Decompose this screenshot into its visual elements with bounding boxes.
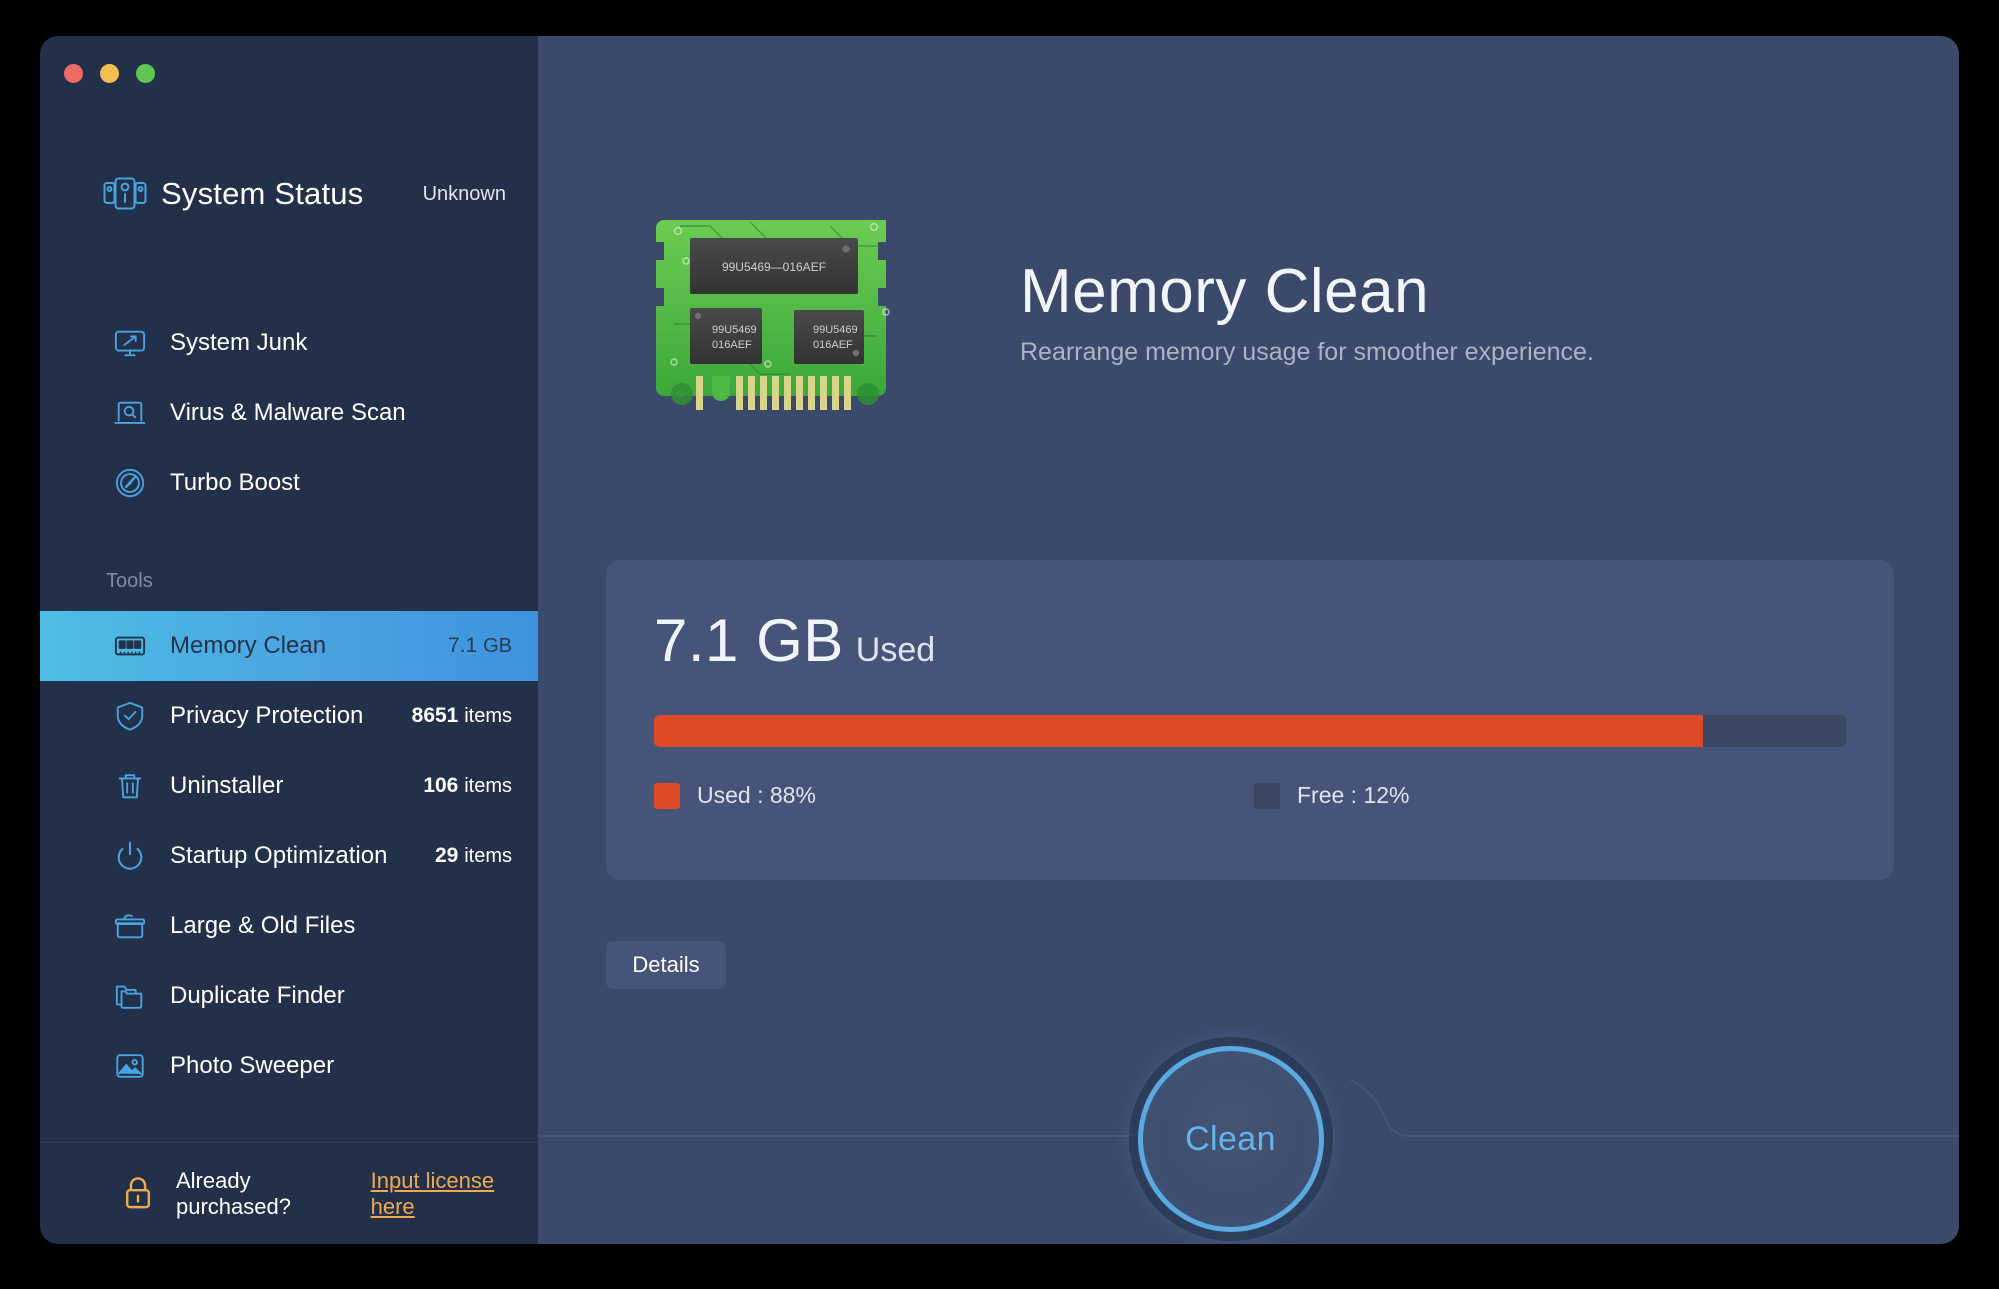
memory-usage-legend: Used : 88% Free : 12%: [654, 782, 1846, 809]
sidebar-item-label: Memory Clean: [170, 632, 327, 659]
sidebar-item-count: 8651 items: [411, 704, 512, 727]
memory-usage-bar: [654, 715, 1846, 747]
sidebar-item-label: Uninstaller: [170, 772, 284, 799]
sidebar-item-label: Duplicate Finder: [170, 982, 345, 1009]
hero-subtitle: Rearrange memory usage for smoother expe…: [1020, 338, 1594, 367]
folder-copy-icon: [113, 979, 147, 1013]
legend-swatch-free: [1254, 782, 1280, 809]
shield-check-icon: [113, 699, 147, 733]
page-title: System Status: [161, 176, 364, 211]
sidebar-item-startup-optimization[interactable]: Startup Optimization 29 items: [40, 821, 538, 891]
sidebar-item-label: Turbo Boost: [170, 469, 300, 496]
ram-chip-label-right-1: 99U5469: [813, 324, 858, 336]
license-bar: Already purchased? Input license here: [40, 1142, 538, 1244]
hero-text: Memory Clean Rearrange memory usage for …: [1020, 259, 1594, 367]
sidebar-item-label: Privacy Protection: [170, 702, 364, 729]
sidebar-item-label: System Junk: [170, 329, 308, 356]
sidebar-item-label: Large & Old Files: [170, 912, 356, 939]
hero-section: 99U5469—016AEF 99U5469 016AEF 99U5469 01…: [650, 204, 1594, 422]
power-icon: [113, 839, 147, 873]
memory-usage-card: 7.1 GB Used Used : 88% Free : 12%: [606, 560, 1894, 880]
archive-box-icon: [113, 909, 147, 943]
window-controls: [64, 64, 155, 83]
sidebar-item-uninstaller[interactable]: Uninstaller 106 items: [40, 751, 538, 821]
clean-button-label: Clean: [1185, 1119, 1276, 1158]
ram-module-illustration: 99U5469—016AEF 99U5469 016AEF 99U5469 01…: [650, 204, 900, 422]
legend-item-used: Used : 88%: [654, 782, 1254, 809]
legend-label-used: Used : 88%: [697, 782, 816, 808]
details-button[interactable]: Details: [606, 941, 726, 989]
sidebar-item-photo-sweeper[interactable]: Photo Sweeper: [40, 1031, 538, 1101]
lock-icon: [122, 1175, 156, 1213]
close-button[interactable]: [64, 64, 83, 83]
speedometer-icon: [113, 466, 147, 500]
sidebar-item-label: Startup Optimization: [170, 842, 388, 869]
ram-chip-label-right-2: 016AEF: [813, 339, 853, 351]
clean-button[interactable]: Clean: [1137, 1046, 1324, 1232]
sidebar-item-system-junk[interactable]: System Junk: [40, 308, 538, 378]
legend-item-free: Free : 12%: [1254, 782, 1410, 809]
sidebar-item-label: Photo Sweeper: [170, 1052, 335, 1079]
hero-title: Memory Clean: [1020, 256, 1430, 326]
memory-usage-amount: 7.1 GB Used: [654, 606, 935, 675]
sidebar: System Status Unknown System Junk Virus …: [40, 36, 538, 1244]
ram-chip-label-left-2: 016AEF: [712, 339, 752, 351]
sidebar-item-count: 106 items: [423, 774, 512, 797]
main-content: 99U5469—016AEF 99U5469 016AEF 99U5469 01…: [538, 36, 1959, 1244]
memory-used-label: Used: [855, 631, 936, 669]
sidebar-nav-primary: System Junk Virus & Malware Scan Turbo B…: [40, 308, 538, 518]
sidebar-item-label: Virus & Malware Scan: [170, 399, 406, 426]
sidebar-item-duplicate-finder[interactable]: Duplicate Finder: [40, 961, 538, 1031]
monitor-arrow-icon: [113, 326, 147, 360]
system-status-header[interactable]: System Status Unknown: [103, 176, 512, 212]
laptop-search-icon: [113, 396, 147, 430]
desktop-background: System Status Unknown System Junk Virus …: [0, 0, 1999, 1289]
sidebar-item-virus-malware-scan[interactable]: Virus & Malware Scan: [40, 378, 538, 448]
zoom-button[interactable]: [136, 64, 155, 83]
photo-icon: [113, 1049, 147, 1083]
ram-stick-icon: [113, 629, 147, 663]
memory-used-value: 7.1 GB: [654, 607, 844, 674]
legend-swatch-used: [654, 782, 680, 809]
sidebar-item-count: 29 items: [435, 844, 512, 867]
status-badge: Unknown: [422, 182, 506, 205]
license-prompt: Already purchased?: [176, 1167, 291, 1219]
sidebar-item-count: 7.1 GB: [448, 634, 512, 657]
minimize-button[interactable]: [100, 64, 119, 83]
ram-chip-label-left-1: 99U5469: [712, 324, 757, 336]
sidebar-item-turbo-boost[interactable]: Turbo Boost: [40, 448, 538, 518]
sidebar-nav-tools: Memory Clean 7.1 GB Privacy Protection 8…: [40, 611, 538, 1101]
trash-icon: [113, 769, 147, 803]
ram-chip-label-top: 99U5469—016AEF: [722, 260, 826, 274]
app-window: System Status Unknown System Junk Virus …: [40, 36, 1959, 1244]
sidebar-item-memory-clean[interactable]: Memory Clean 7.1 GB: [40, 611, 538, 681]
sidebar-item-large-old-files[interactable]: Large & Old Files: [40, 891, 538, 961]
input-license-link[interactable]: Input license here: [371, 1168, 538, 1220]
sidebar-item-privacy-protection[interactable]: Privacy Protection 8651 items: [40, 681, 538, 751]
system-status-icon: [103, 177, 147, 211]
sidebar-section-tools: Tools: [106, 570, 153, 592]
legend-label-free: Free : 12%: [1297, 782, 1410, 808]
memory-usage-bar-fill: [654, 715, 1703, 747]
